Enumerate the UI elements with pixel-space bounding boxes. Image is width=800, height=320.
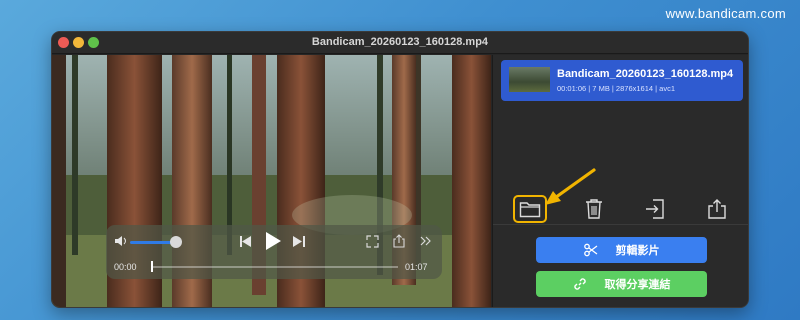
annotation-arrow <box>545 168 596 205</box>
